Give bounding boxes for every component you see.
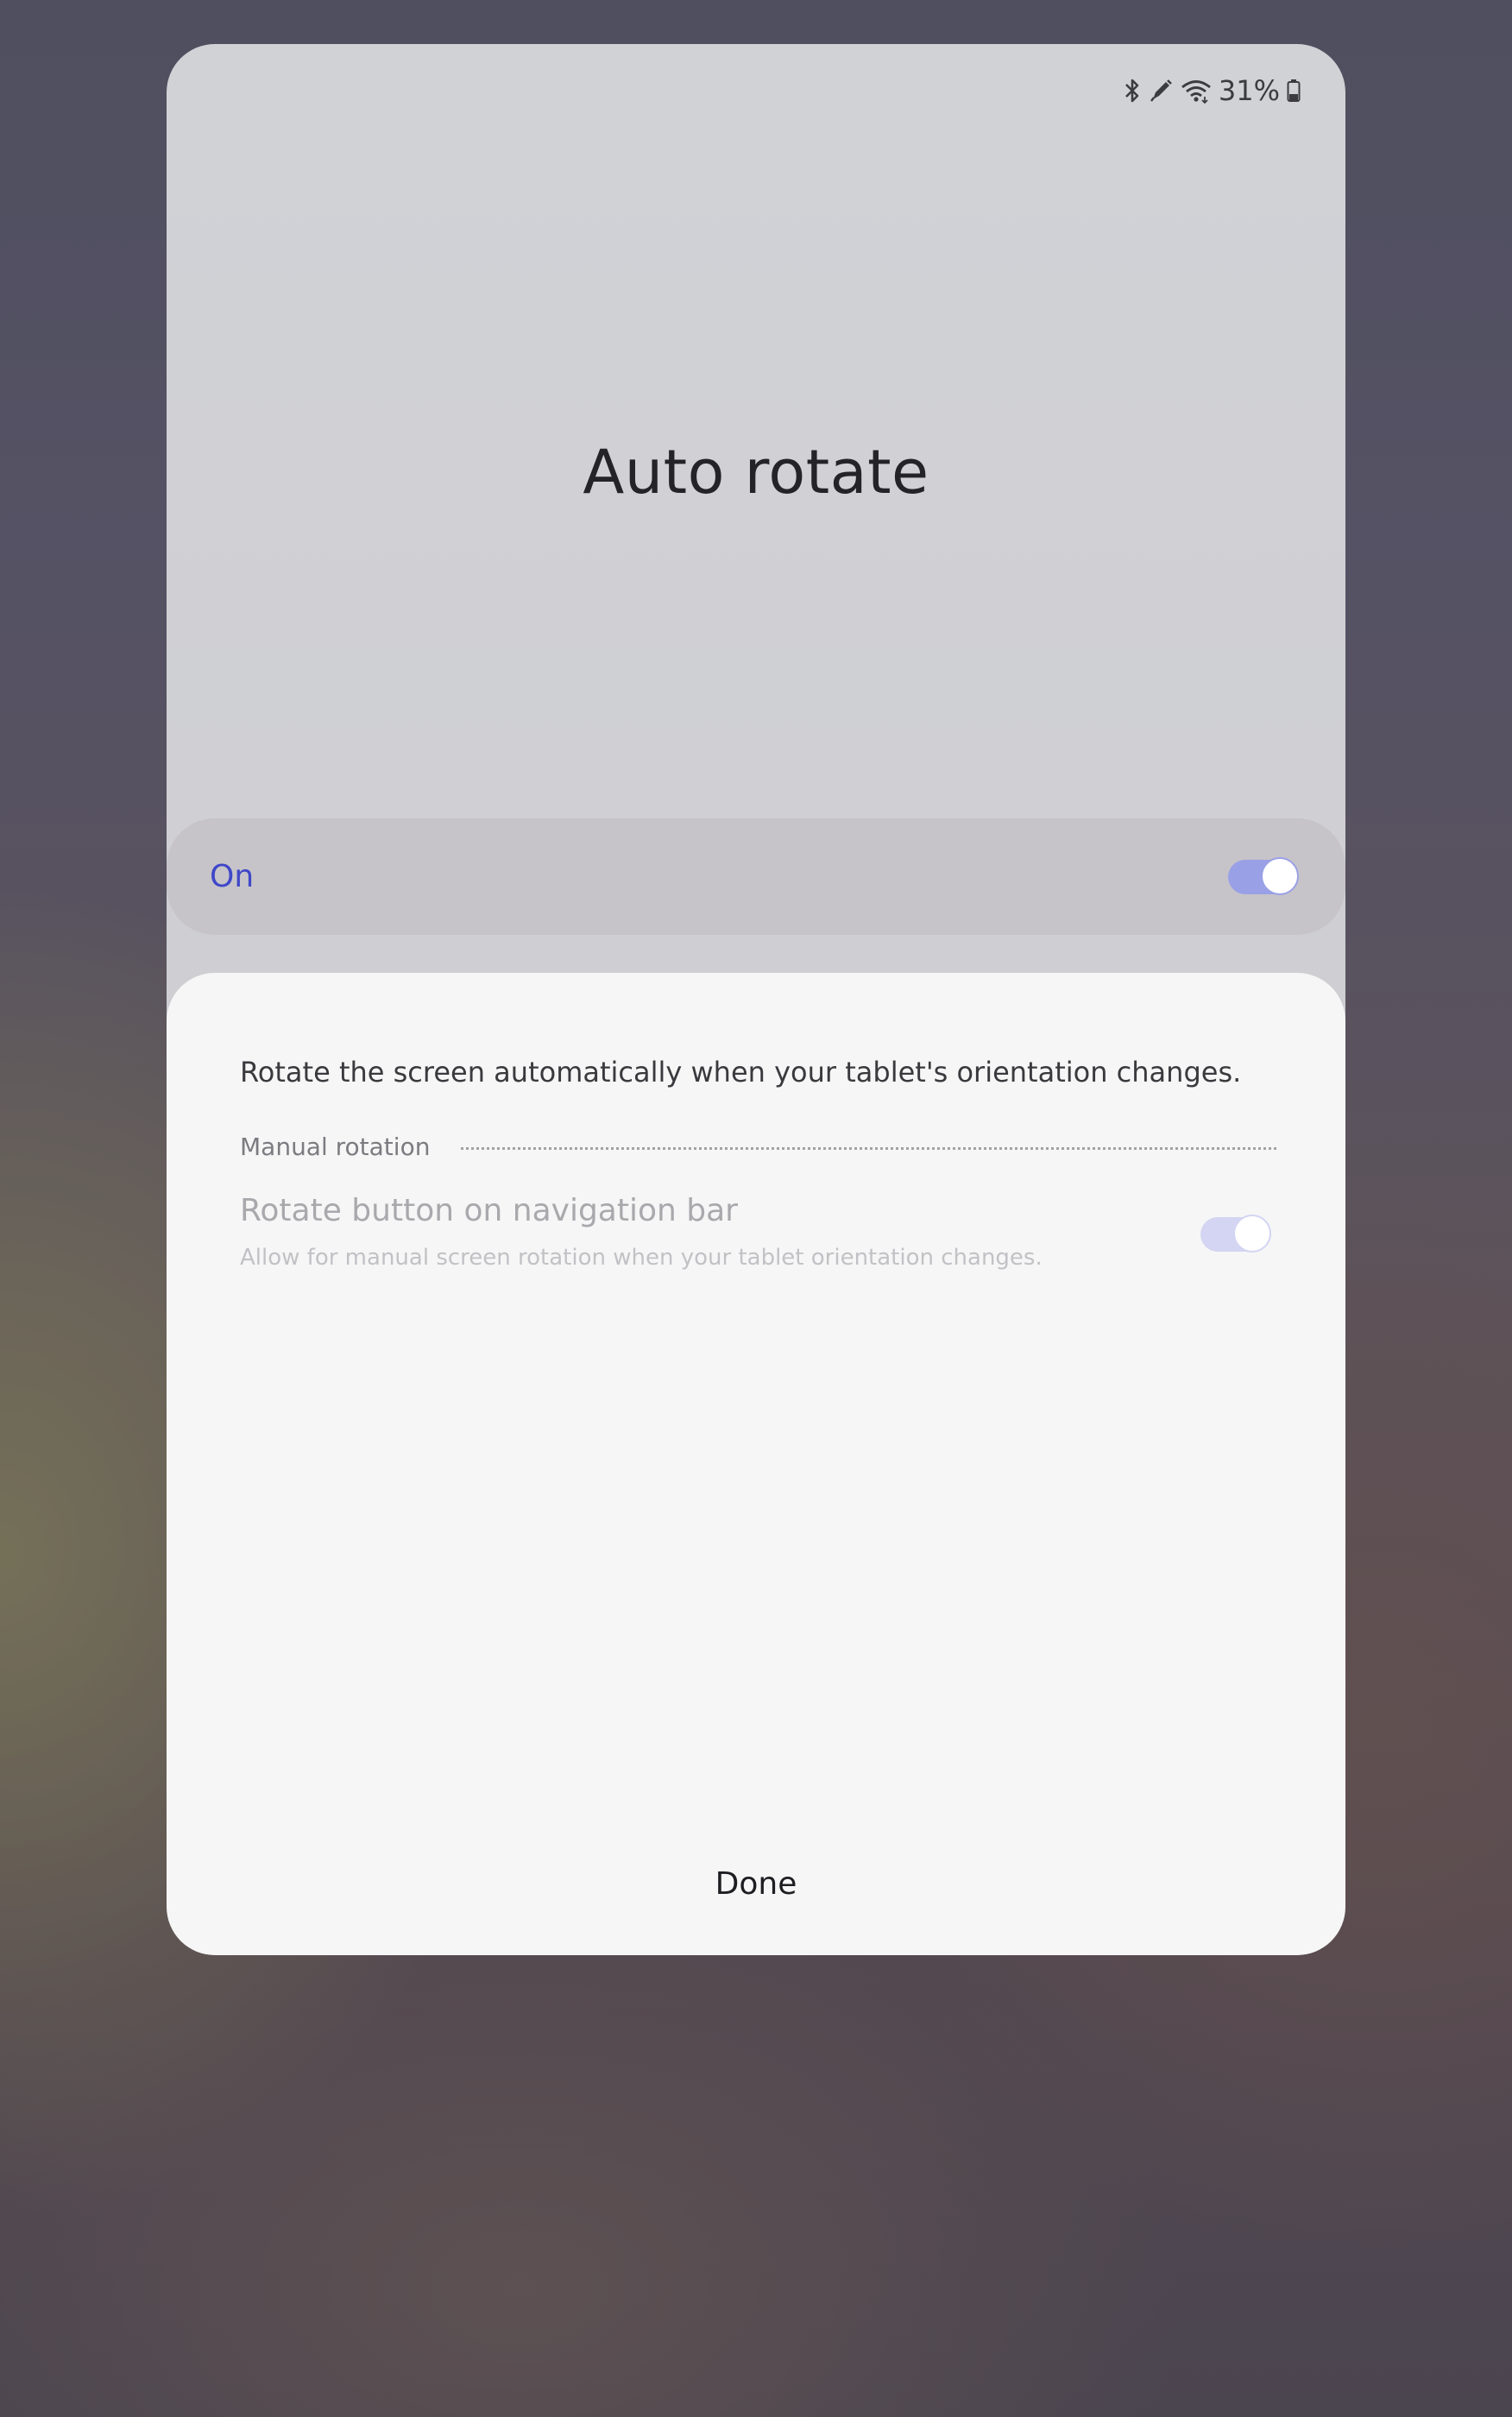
battery-icon — [1287, 79, 1301, 103]
auto-rotate-toggle-row[interactable]: On — [167, 818, 1345, 935]
bluetooth-icon — [1124, 78, 1141, 104]
page-title: Auto rotate — [583, 437, 929, 508]
auto-rotate-switch[interactable] — [1228, 856, 1299, 895]
auto-rotate-panel: 31% Auto rotate On Rotate the screen aut… — [167, 44, 1345, 1955]
switch-knob — [1261, 856, 1299, 895]
status-bar: 31% — [1124, 73, 1301, 108]
description-text: Rotate the screen automatically when you… — [240, 1056, 1242, 1089]
setting-title: Rotate button on navigation bar — [240, 1193, 738, 1228]
section-header: Manual rotation — [240, 1133, 1276, 1161]
settings-sheet: Rotate the screen automatically when you… — [167, 973, 1345, 1955]
rotate-button-setting-row[interactable]: Rotate button on navigation bar Allow fo… — [240, 1193, 1271, 1279]
section-divider — [461, 1147, 1276, 1150]
pen-icon — [1148, 78, 1174, 104]
done-button-container: Done — [167, 1866, 1345, 1902]
switch-knob — [1233, 1215, 1271, 1253]
rotate-button-switch[interactable] — [1200, 1215, 1271, 1253]
battery-text: 31% — [1218, 74, 1280, 107]
toggle-state-label: On — [210, 859, 255, 894]
section-label: Manual rotation — [240, 1133, 431, 1161]
setting-subtitle: Allow for manual screen rotation when yo… — [240, 1245, 1043, 1271]
wifi-icon — [1181, 78, 1212, 104]
done-button[interactable]: Done — [681, 1852, 832, 1915]
